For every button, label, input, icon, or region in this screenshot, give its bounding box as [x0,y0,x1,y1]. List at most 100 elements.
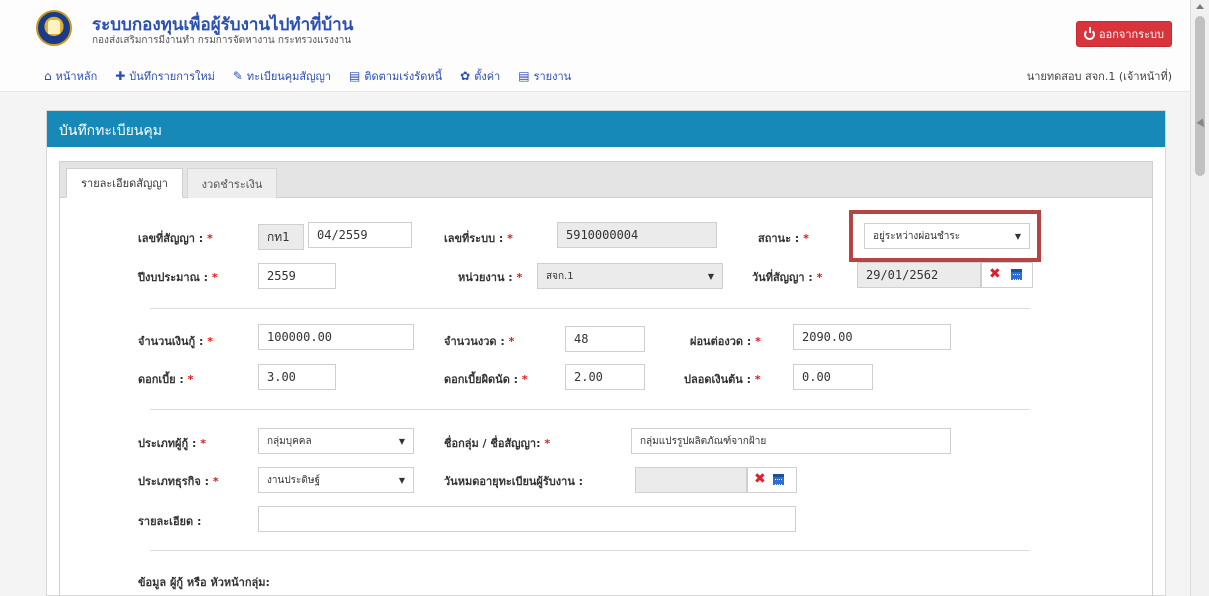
required-mark: * [206,232,213,245]
app-subtitle: กองส่งเสริมการมีงานทำ กรมการจัดหางาน กระ… [92,35,352,46]
section-divider [150,308,1030,309]
app-header: ระบบกองทุนเพื่อผู้รับงานไปทำที่บ้าน กองส… [0,0,1190,92]
group-name-label-text: ชื่อกลุ่ม / ชื่อสัญญา: [444,437,541,450]
gear-icon: ✿ [460,69,471,83]
tab-payment-installments[interactable]: งวดชำระเงิน [187,168,277,198]
nav-new-record[interactable]: ✚ บันทึกรายการใหม่ [115,67,215,85]
required-mark: * [207,335,213,348]
clear-icon[interactable]: ✖ [989,266,1001,282]
section-divider [150,550,1030,551]
budget-year-label: ปีงบประมาณ : * [138,268,218,286]
status-label-text: สถานะ : [758,232,800,245]
caret-down-icon: ▼ [1014,231,1021,241]
interest-input[interactable]: 3.00 [258,364,336,390]
logout-button[interactable]: ออกจากระบบ [1076,21,1172,47]
logout-label: ออกจากระบบ [1099,28,1164,41]
loan-amount-label-text: จำนวนเงินกู้ : [138,335,204,348]
principal-free-label: ปลอดเงินต้น : * [684,370,761,388]
edit-icon: ✎ [232,69,243,83]
per-installment-label: ผ่อนต่องวด : * [690,332,761,350]
principal-free-label-text: ปลอดเงินต้น : [684,373,752,386]
calendar-icon[interactable] [773,474,784,485]
status-select-value: อยู่ระหว่างผ่อนชำระ [873,230,961,242]
list-icon: ▤ [349,69,361,83]
required-mark: * [211,271,218,284]
nav-contract-register[interactable]: ✎ ทะเบียนคุมสัญญา [233,67,331,85]
unit-select-value: สจก.1 [546,270,574,282]
installments-label-text: จำนวนงวด : [444,335,505,348]
nav-settings-label: ตั้งค่า [474,70,501,83]
interest-label-text: ดอกเบี้ย : [138,373,184,386]
required-mark: * [212,475,219,488]
contract-prefix-field: กท1 [258,224,304,250]
unit-select: สจก.1 ▼ [537,263,723,289]
panel-title: บันทึกทะเบียนคุม [47,111,1165,147]
clear-icon[interactable]: ✖ [754,471,766,487]
borrower-type-select[interactable]: กลุ่มบุคคล ▼ [258,428,414,454]
required-mark: * [508,335,515,348]
required-mark: * [521,373,528,386]
tab-contract-details[interactable]: รายละเอียดสัญญา [66,168,183,198]
report-icon: ▤ [518,69,530,83]
status-select[interactable]: อยู่ระหว่างผ่อนชำระ ▼ [864,223,1030,249]
principal-free-input[interactable]: 0.00 [793,364,873,390]
contract-date-field: 29/01/2562 [857,262,981,288]
required-mark: * [755,335,761,348]
contract-no-input[interactable]: 04/2559 [308,222,412,248]
unit-label-text: หน่วยงาน : [458,271,513,284]
page-scrollbar[interactable] [1190,0,1209,596]
penalty-interest-label: ดอกเบี้ยผิดนัด : * [444,370,528,388]
penalty-interest-label-text: ดอกเบี้ยผิดนัด : [444,373,519,386]
budget-year-input[interactable]: 2559 [258,263,336,289]
required-mark: * [200,437,207,450]
tab-bar: รายละเอียดสัญญา งวดชำระเงิน [60,162,1152,198]
group-name-label: ชื่อกลุ่ม / ชื่อสัญญา: * [444,434,550,452]
per-installment-label-text: ผ่อนต่องวด : [690,335,752,348]
details-label: รายละเอียด : [138,515,202,528]
installments-input[interactable]: 48 [565,326,645,352]
scroll-thumb[interactable] [1195,16,1205,176]
nav-settings[interactable]: ✿ ตั้งค่า [460,67,500,85]
required-mark: * [507,232,513,245]
per-installment-input[interactable]: 2090.00 [793,324,951,350]
caret-down-icon: ▼ [398,475,405,485]
contract-no-label: เลขที่สัญญา : * [138,229,213,247]
nav-debt-tracking-label: ติดตามเร่งรัดหนี้ [364,70,443,83]
interest-label: ดอกเบี้ย : * [138,370,193,388]
group-name-input[interactable]: กลุ่มแปรรูปผลิตภัณฑ์จากฝ้าย [631,428,951,454]
business-type-label: ประเภทธุรกิจ : * [138,472,219,490]
required-mark: * [803,232,809,245]
nav-home[interactable]: ⌂ หน้าหลัก [44,67,97,85]
system-no-field: 5910000004 [557,222,717,248]
required-mark: * [816,271,823,284]
contract-no-label-text: เลขที่สัญญา : [138,232,204,245]
business-type-value: งานประดิษฐ์ [267,474,321,486]
calendar-icon[interactable] [1011,269,1022,280]
system-no-label-text: เลขที่ระบบ : [444,232,504,245]
nav-debt-tracking[interactable]: ▤ ติดตามเร่งรัดหนี้ [349,67,442,85]
contract-date-label: วันที่สัญญา : * [752,268,822,286]
borrower-section-heading: ข้อมูล ผู้กู้ หรือ หัวหน้ากลุ่ม: [138,576,270,589]
details-input[interactable] [258,506,796,532]
borrower-type-value: กลุ่มบุคคล [267,435,312,447]
borrower-type-label: ประเภทผู้กู้ : * [138,434,206,452]
nav-reports-label: รายงาน [533,70,572,83]
system-no-label: เลขที่ระบบ : * [444,229,513,247]
contract-date-label-text: วันที่สัญญา : [752,271,813,284]
business-type-select[interactable]: งานประดิษฐ์ ▼ [258,467,414,493]
main-nav: ⌂ หน้าหลัก ✚ บันทึกรายการใหม่ ✎ ทะเบียนค… [44,67,571,85]
scroll-up-icon[interactable] [1196,4,1204,9]
status-label: สถานะ : * [758,229,809,247]
registration-expiry-field [635,467,747,493]
current-user: นายทดสอบ สจก.1 (เจ้าหน้าที่) [1026,70,1172,83]
loan-amount-input[interactable]: 100000.00 [258,324,414,350]
penalty-interest-input[interactable]: 2.00 [565,364,645,390]
required-mark: * [544,437,551,450]
section-divider [150,409,1030,410]
loan-amount-label: จำนวนเงินกู้ : * [138,332,213,350]
nav-contract-register-label: ทะเบียนคุมสัญญา [246,70,332,83]
budget-year-label-text: ปีงบประมาณ : [138,271,208,284]
unit-label: หน่วยงาน : * [458,268,522,286]
caret-down-icon: ▼ [707,271,714,281]
nav-reports[interactable]: ▤ รายงาน [518,67,571,85]
